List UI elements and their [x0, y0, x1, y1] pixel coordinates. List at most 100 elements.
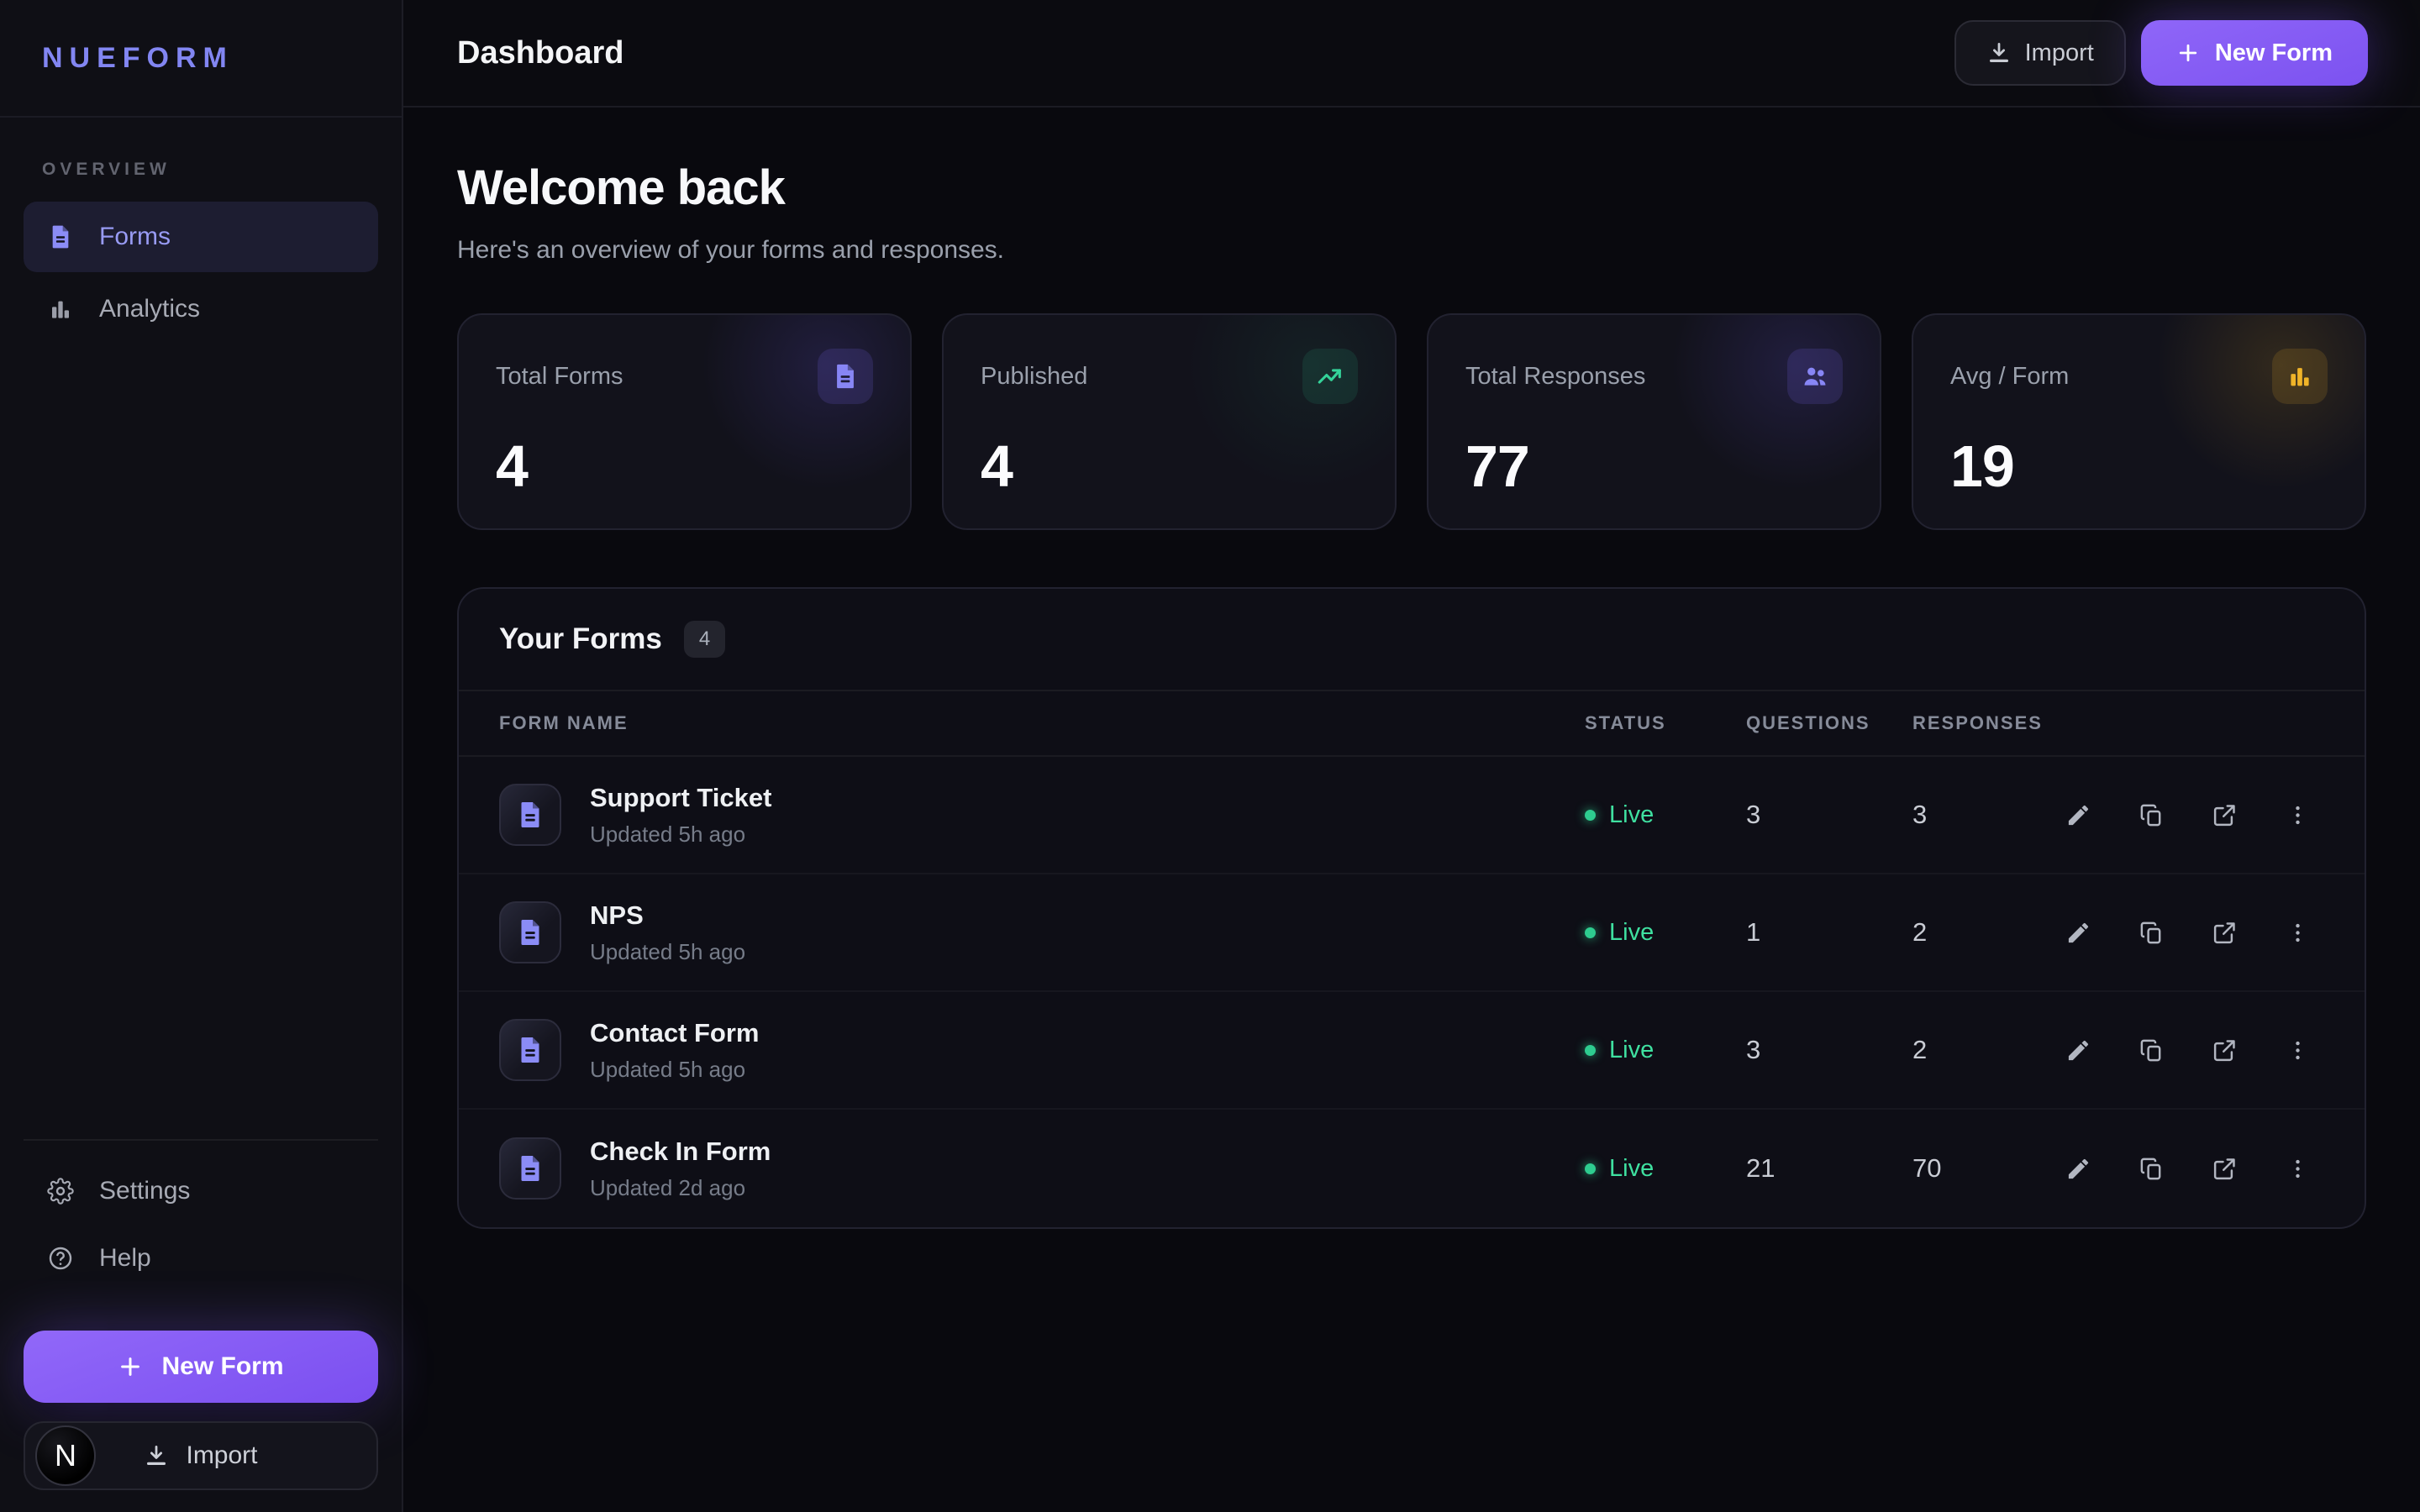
status-badge: Live	[1585, 1037, 1746, 1064]
more-options-button[interactable]	[2280, 1032, 2316, 1068]
form-updated: Updated 2d ago	[590, 1175, 771, 1201]
edit-button[interactable]	[2060, 797, 2096, 833]
responses-count: 3	[1912, 800, 2072, 830]
live-dot-icon	[1585, 1163, 1596, 1174]
open-link-button[interactable]	[2207, 1151, 2243, 1187]
file-icon	[818, 349, 873, 404]
app-window: NUEFORM OVERVIEW Forms Analytics Setting…	[0, 0, 2420, 1512]
avatar-letter: N	[55, 1438, 76, 1473]
gear-icon	[47, 1178, 74, 1205]
stat-value: 19	[1950, 433, 2328, 500]
status-badge: Live	[1585, 801, 1746, 829]
your-forms-panel: Your Forms 4 FORM NAME STATUS QUESTIONS …	[457, 587, 2366, 1229]
sidebar: NUEFORM OVERVIEW Forms Analytics Setting…	[0, 0, 403, 1512]
trend-up-icon	[1302, 349, 1358, 404]
column-header-questions: QUESTIONS	[1746, 712, 1912, 734]
import-button-label: Import	[186, 1441, 257, 1470]
sidebar-nav: OVERVIEW Forms Analytics	[0, 118, 402, 1139]
sidebar-item-label: Analytics	[99, 295, 200, 323]
status-label: Live	[1609, 1037, 1654, 1064]
edit-button[interactable]	[2060, 915, 2096, 951]
status-badge: Live	[1585, 919, 1746, 947]
stat-cards: Total Forms 4 Published 4 Total Response…	[457, 313, 2366, 530]
sidebar-item-forms[interactable]: Forms	[24, 202, 378, 272]
file-icon	[499, 1019, 561, 1081]
live-dot-icon	[1585, 1045, 1596, 1056]
duplicate-button[interactable]	[2133, 915, 2170, 951]
file-icon	[499, 784, 561, 846]
more-options-button[interactable]	[2280, 915, 2316, 951]
sidebar-section-label: OVERVIEW	[24, 141, 378, 202]
new-form-button[interactable]: New Form	[2141, 20, 2368, 86]
stat-label: Published	[981, 363, 1087, 391]
content: Welcome back Here's an overview of your …	[403, 108, 2420, 1512]
new-form-button-label: New Form	[161, 1352, 283, 1381]
live-dot-icon	[1585, 927, 1596, 938]
brand-logo: NUEFORM	[42, 42, 234, 75]
new-form-button-label: New Form	[2215, 39, 2333, 67]
edit-button[interactable]	[2060, 1151, 2096, 1187]
questions-count: 3	[1746, 1035, 1912, 1065]
new-form-button[interactable]: New Form	[24, 1331, 378, 1403]
table-row[interactable]: Support Ticket Updated 5h ago Live 3 3	[459, 757, 2365, 874]
status-label: Live	[1609, 919, 1654, 947]
bar-chart-icon	[2272, 349, 2328, 404]
responses-count: 2	[1912, 1035, 2072, 1065]
bar-chart-icon	[47, 296, 74, 323]
open-link-button[interactable]	[2207, 797, 2243, 833]
sidebar-item-analytics[interactable]: Analytics	[24, 274, 378, 344]
sidebar-item-label: Forms	[99, 223, 171, 251]
header-actions: Import New Form	[1954, 20, 2368, 86]
panel-header: Your Forms 4	[459, 589, 2365, 691]
stat-label: Avg / Form	[1950, 363, 2069, 391]
sidebar-header: NUEFORM	[0, 0, 402, 118]
edit-button[interactable]	[2060, 1032, 2096, 1068]
page-title: Dashboard	[457, 35, 623, 71]
questions-count: 21	[1746, 1153, 1912, 1184]
form-updated: Updated 5h ago	[590, 1057, 760, 1083]
file-icon	[499, 901, 561, 963]
table-row[interactable]: Check In Form Updated 2d ago Live 21 70	[459, 1110, 2365, 1227]
stat-card-avg-per-form: Avg / Form 19	[1912, 313, 2366, 530]
top-header: Dashboard Import New Form	[403, 0, 2420, 108]
sidebar-item-settings[interactable]: Settings	[24, 1158, 378, 1225]
import-button-label: Import	[2025, 39, 2094, 67]
file-icon	[47, 223, 74, 250]
status-label: Live	[1609, 1155, 1654, 1183]
row-actions	[2072, 1032, 2324, 1068]
plus-icon	[118, 1354, 143, 1379]
avatar[interactable]: N	[35, 1425, 96, 1486]
column-header-form-name: FORM NAME	[499, 712, 1585, 734]
table-row[interactable]: Contact Form Updated 5h ago Live 3 2	[459, 992, 2365, 1110]
column-header-responses: RESPONSES	[1912, 712, 2072, 734]
open-link-button[interactable]	[2207, 1032, 2243, 1068]
stat-value: 77	[1465, 433, 1843, 500]
plus-icon	[2176, 41, 2200, 65]
count-badge: 4	[684, 621, 725, 658]
status-badge: Live	[1585, 1155, 1746, 1183]
open-link-button[interactable]	[2207, 915, 2243, 951]
duplicate-button[interactable]	[2133, 797, 2170, 833]
form-updated: Updated 5h ago	[590, 822, 771, 848]
download-icon	[1986, 40, 2012, 66]
responses-count: 70	[1912, 1153, 2072, 1184]
more-options-button[interactable]	[2280, 797, 2316, 833]
stat-label: Total Responses	[1465, 363, 1645, 391]
duplicate-button[interactable]	[2133, 1032, 2170, 1068]
duplicate-button[interactable]	[2133, 1151, 2170, 1187]
form-name: NPS	[590, 900, 745, 931]
questions-count: 1	[1746, 917, 1912, 948]
stat-card-published: Published 4	[942, 313, 1397, 530]
form-name: Support Ticket	[590, 783, 771, 813]
form-updated: Updated 5h ago	[590, 939, 745, 965]
sidebar-item-help[interactable]: Help	[24, 1225, 378, 1292]
stat-label: Total Forms	[496, 363, 623, 391]
users-icon	[1787, 349, 1843, 404]
more-options-button[interactable]	[2280, 1151, 2316, 1187]
import-button[interactable]: N Import	[24, 1421, 378, 1490]
stat-card-total-responses: Total Responses 77	[1427, 313, 1881, 530]
main-area: Dashboard Import New Form Welcome back H…	[403, 0, 2420, 1512]
table-row[interactable]: NPS Updated 5h ago Live 1 2	[459, 874, 2365, 992]
import-button[interactable]: Import	[1954, 20, 2126, 86]
form-name: Contact Form	[590, 1018, 760, 1048]
